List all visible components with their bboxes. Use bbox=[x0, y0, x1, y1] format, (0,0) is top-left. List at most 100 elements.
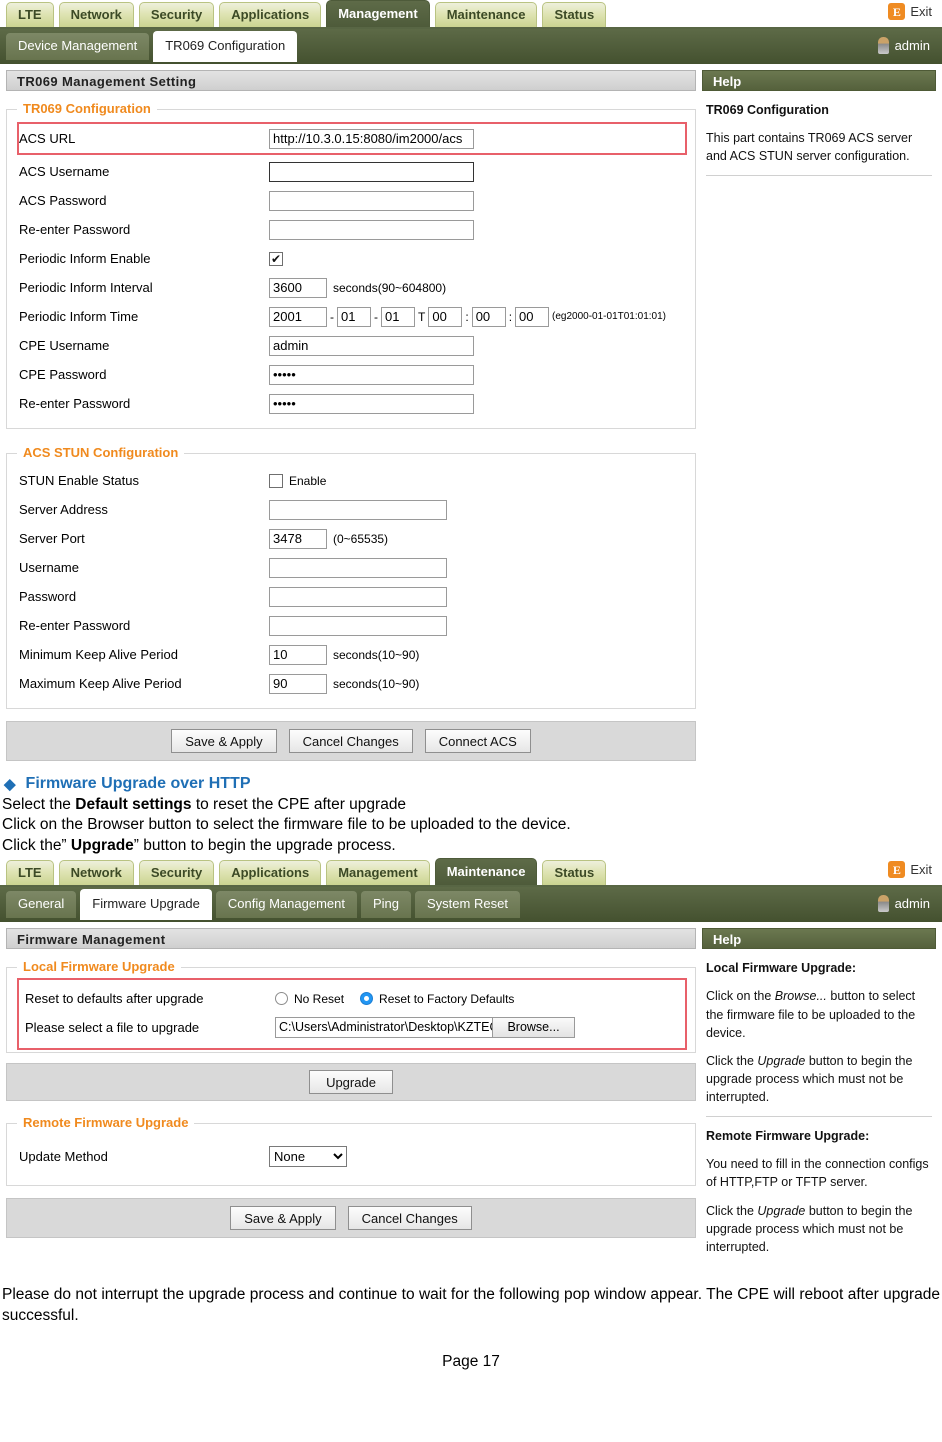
main-tab-bar-2: LTE Network Security Applications Manage… bbox=[0, 858, 942, 888]
help-local-p2-italic: Upgrade bbox=[757, 1053, 806, 1068]
upgrade-button[interactable]: Upgrade bbox=[309, 1070, 393, 1095]
inform-time-day-input[interactable] bbox=[381, 306, 415, 327]
doc-line-3-part-c: ” button to begin the upgrade process. bbox=[133, 836, 396, 854]
acs-password-input[interactable] bbox=[269, 190, 474, 211]
subtab-device-management[interactable]: Device Management bbox=[6, 33, 150, 60]
content-area: TR069 Management Setting TR069 Configura… bbox=[0, 64, 942, 765]
select-file-label: Please select a file to upgrade bbox=[25, 1020, 200, 1036]
periodic-inform-time-row: Periodic Inform Time - - T : : bbox=[19, 302, 685, 331]
save-apply-button[interactable]: Save & Apply bbox=[171, 729, 277, 753]
radio-no-reset[interactable] bbox=[275, 992, 288, 1006]
help-local-heading: Local Firmware Upgrade: bbox=[706, 961, 857, 976]
tab2-status[interactable]: Status bbox=[542, 860, 607, 886]
tab2-maintenance[interactable]: Maintenance bbox=[434, 858, 538, 886]
firmware-upgrade-heading: ◆ Firmware Upgrade over HTTP bbox=[4, 775, 940, 793]
acs-url-input[interactable] bbox=[269, 128, 474, 149]
tab-maintenance[interactable]: Maintenance bbox=[434, 2, 538, 27]
tab2-network[interactable]: Network bbox=[58, 860, 134, 886]
stun-server-port-hint: (0~65535) bbox=[333, 531, 389, 546]
user-icon-2 bbox=[877, 895, 889, 913]
router-ui-firmware: LTE Network Security Applications Manage… bbox=[0, 858, 942, 1274]
doc-line-2: Click on the Browser button to select th… bbox=[2, 816, 571, 834]
time-separator-dash-2: - bbox=[374, 309, 378, 324]
browse-button[interactable]: Browse... bbox=[492, 1018, 574, 1038]
stun-max-keepalive-hint: seconds(10~90) bbox=[333, 676, 420, 691]
subtab-tr069-configuration[interactable]: TR069 Configuration bbox=[153, 31, 298, 62]
tab-security[interactable]: Security bbox=[138, 2, 215, 27]
settings-column: TR069 Management Setting TR069 Configura… bbox=[6, 70, 696, 761]
tab-management[interactable]: Management bbox=[326, 0, 430, 27]
acs-stun-configuration-fieldset: ACS STUN Configuration STUN Enable Statu… bbox=[6, 445, 696, 709]
help-body: TR069 Configuration This part contains T… bbox=[702, 91, 936, 190]
stun-min-keepalive-input[interactable] bbox=[269, 644, 327, 665]
stun-username-input[interactable] bbox=[269, 557, 447, 578]
cpe-username-label: CPE Username bbox=[19, 338, 110, 353]
subtab-config-management[interactable]: Config Management bbox=[215, 891, 357, 919]
periodic-inform-interval-hint: seconds(90~604800) bbox=[333, 280, 447, 295]
cancel-changes-button[interactable]: Cancel Changes bbox=[288, 729, 413, 753]
subtab-firmware-upgrade[interactable]: Firmware Upgrade bbox=[80, 889, 212, 921]
file-path-text: C:\Users\Administrator\Desktop\KZTECH_AM bbox=[279, 1020, 492, 1035]
help-remote-p2-italic: Upgrade bbox=[757, 1203, 806, 1218]
doc-instructions: ◆ Firmware Upgrade over HTTP Select the … bbox=[0, 765, 942, 856]
stun-server-address-label: Server Address bbox=[19, 502, 108, 517]
periodic-inform-interval-input[interactable] bbox=[269, 277, 327, 298]
acs-username-input[interactable] bbox=[269, 161, 474, 182]
inform-time-year-input[interactable] bbox=[269, 306, 327, 327]
doc-line-1-part-a: Select the bbox=[2, 796, 76, 813]
cpe-username-input[interactable] bbox=[269, 335, 474, 356]
tab2-security[interactable]: Security bbox=[138, 860, 215, 886]
reset-defaults-row: Reset to defaults after upgrade No Reset… bbox=[25, 984, 679, 1013]
remote-firmware-legend: Remote Firmware Upgrade bbox=[17, 1115, 195, 1131]
firmware-save-apply-button[interactable]: Save & Apply bbox=[230, 1206, 336, 1231]
stun-server-port-input[interactable] bbox=[269, 528, 327, 549]
sub-tab-bar: Device Management TR069 Configuration ad… bbox=[0, 29, 942, 64]
cpe-username-row: CPE Username bbox=[19, 331, 685, 360]
firmware-cancel-changes-button[interactable]: Cancel Changes bbox=[347, 1206, 472, 1231]
update-method-select[interactable]: None bbox=[269, 1146, 347, 1168]
cpe-reenter-password-input[interactable] bbox=[269, 393, 474, 414]
exit-label: Exit bbox=[910, 4, 932, 19]
help-local-p1: Click on the Browse... button to select … bbox=[706, 987, 932, 1041]
cpe-password-input[interactable] bbox=[269, 364, 474, 385]
stun-reenter-password-input[interactable] bbox=[269, 615, 447, 636]
tab2-lte[interactable]: LTE bbox=[6, 860, 54, 886]
acs-reenter-password-input[interactable] bbox=[269, 219, 474, 240]
inform-time-hour-input[interactable] bbox=[428, 306, 463, 327]
inform-time-second-input[interactable] bbox=[515, 306, 550, 327]
time-separator-colon-1: : bbox=[465, 309, 469, 324]
exit-icon: E bbox=[888, 3, 906, 20]
tab-applications[interactable]: Applications bbox=[219, 2, 322, 27]
help-local-p1-a: Click on the bbox=[706, 989, 775, 1004]
subtab-system-reset[interactable]: System Reset bbox=[415, 891, 520, 919]
periodic-inform-enable-checkbox[interactable]: ✔ bbox=[269, 251, 283, 266]
tab2-management[interactable]: Management bbox=[326, 860, 430, 886]
help-title-2: Help bbox=[702, 928, 936, 950]
panel-title-tr069: TR069 Management Setting bbox=[6, 70, 696, 91]
periodic-inform-enable-label: Periodic Inform Enable bbox=[19, 251, 151, 266]
stun-password-input[interactable] bbox=[269, 586, 447, 607]
connect-acs-button[interactable]: Connect ACS bbox=[424, 729, 531, 753]
diamond-bullet-icon: ◆ bbox=[4, 776, 16, 793]
file-upload-control[interactable]: C:\Users\Administrator\Desktop\KZTECH_AM… bbox=[275, 1017, 575, 1039]
tab-lte[interactable]: LTE bbox=[6, 2, 54, 27]
stun-enable-checkbox-label: Enable bbox=[289, 473, 327, 488]
subtab-ping[interactable]: Ping bbox=[360, 891, 412, 919]
inform-time-minute-input[interactable] bbox=[471, 306, 506, 327]
tab2-applications[interactable]: Applications bbox=[219, 860, 322, 886]
stun-enable-checkbox[interactable] bbox=[269, 473, 283, 488]
doc-closing-block: Please do not interrupt the upgrade proc… bbox=[0, 1274, 942, 1371]
stun-max-keepalive-input[interactable] bbox=[269, 673, 327, 694]
radio-reset-factory-defaults[interactable] bbox=[360, 992, 374, 1006]
tab-network[interactable]: Network bbox=[58, 2, 134, 27]
subtab-general[interactable]: General bbox=[6, 891, 77, 919]
exit-button-2[interactable]: E Exit bbox=[888, 861, 932, 879]
stun-password-label: Password bbox=[19, 589, 77, 604]
exit-button[interactable]: E Exit bbox=[888, 3, 932, 20]
inform-time-month-input[interactable] bbox=[337, 306, 371, 327]
periodic-inform-enable-row: Periodic Inform Enable ✔ bbox=[19, 244, 685, 273]
doc-line-3-bold: Upgrade bbox=[70, 836, 134, 854]
periodic-inform-interval-label: Periodic Inform Interval bbox=[19, 280, 153, 295]
stun-server-address-input[interactable] bbox=[269, 499, 447, 520]
tab-status[interactable]: Status bbox=[542, 2, 607, 27]
